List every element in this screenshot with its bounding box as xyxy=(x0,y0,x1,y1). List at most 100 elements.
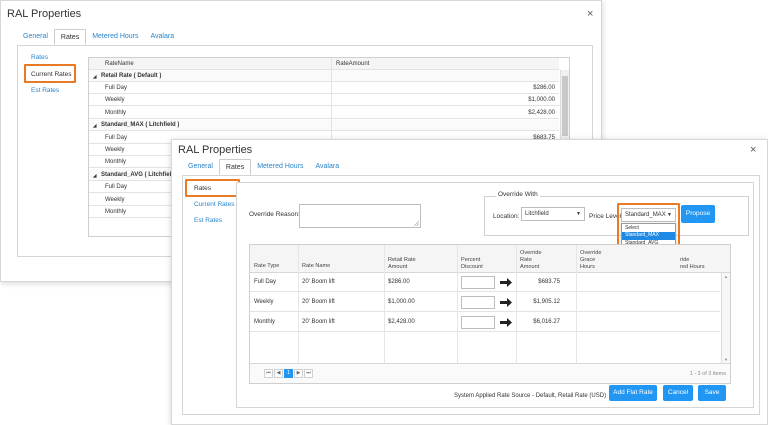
highlight-current-rates xyxy=(24,64,76,83)
pager-first-button[interactable]: ⏮ xyxy=(264,369,273,378)
table-row[interactable]: Full Day $286.00 xyxy=(89,82,559,94)
column-header-rateamount[interactable]: RateAmount xyxy=(336,61,369,67)
rate-name-cell: Monthly xyxy=(105,208,127,215)
group-row[interactable]: ◢ Retail Rate ( Default ) xyxy=(89,70,559,82)
grid-header: Rate Type Rate Name Retail Rate Amount Pe… xyxy=(250,245,730,273)
location-label: Location: xyxy=(493,213,520,220)
retail-amount-cell: $286.00 xyxy=(388,279,410,285)
add-flat-rate-button[interactable]: Add Flat Rate xyxy=(609,385,657,401)
column-header-override-amount[interactable]: Override Rate Amount xyxy=(520,250,541,271)
rate-name-cell: Monthly xyxy=(105,109,127,116)
rate-name-cell: Retail Rate ( Default ) xyxy=(101,72,162,79)
override-reason-label: Override Reason: xyxy=(249,211,300,218)
save-button[interactable]: Save xyxy=(698,385,726,401)
table-row[interactable]: Weekly 20' Boom lift $1,000.00 $1,905.12 xyxy=(250,293,720,312)
pager-summary: 1 - 3 of 3 items xyxy=(689,371,726,377)
tab-rates[interactable]: Rates xyxy=(53,29,87,45)
tab-metered-hours[interactable]: Metered Hours xyxy=(251,159,309,175)
cancel-button[interactable]: Cancel xyxy=(663,385,693,401)
rate-name-cell: Standard_AVG ( Litchfield xyxy=(101,171,175,178)
tab-bar: General Rates Metered Hours Avalara xyxy=(17,29,593,46)
table-row[interactable]: Monthly $2,428.00 xyxy=(89,107,559,119)
tab-avalara[interactable]: Avalara xyxy=(310,159,346,175)
dialog-title: RAL Properties xyxy=(178,144,253,156)
grid-scrollbar[interactable]: ▲ ▼ xyxy=(721,273,730,363)
retail-amount-cell: $1,000.00 xyxy=(388,299,415,305)
location-select[interactable]: Litchfield ▼ xyxy=(521,207,585,221)
pager-prev-button[interactable]: ◀ xyxy=(274,369,283,378)
rate-type-cell: Monthly xyxy=(254,319,276,325)
tab-general[interactable]: General xyxy=(182,159,219,175)
scroll-down-icon[interactable]: ▼ xyxy=(724,357,728,362)
pager-next-button[interactable]: ▶ xyxy=(294,369,303,378)
override-amount-cell: $683.75 xyxy=(538,279,560,285)
scroll-up-icon[interactable]: ▲ xyxy=(724,274,728,279)
tab-rates[interactable]: Rates xyxy=(218,159,252,175)
rate-type-cell: Full Day xyxy=(254,279,277,285)
rate-name-cell: Standard_MAX ( Litchfield ) xyxy=(101,122,180,129)
rate-name-cell: 20' Boom lift xyxy=(302,319,335,325)
rate-amount-cell: $2,428.00 xyxy=(528,109,555,116)
override-amount-cell: $1,905.12 xyxy=(533,299,560,305)
rate-name-cell: 20' Boom lift xyxy=(302,279,335,285)
arrow-right-icon[interactable] xyxy=(500,298,512,307)
pager-page-1[interactable]: 1 xyxy=(284,369,293,378)
column-header-grace-hours[interactable]: Override Grace Hours xyxy=(580,250,601,271)
override-amount-cell: $6,016.27 xyxy=(533,319,560,325)
scrollbar-thumb[interactable] xyxy=(562,76,568,136)
rate-name-cell: Full Day xyxy=(105,134,128,141)
table-row[interactable]: Full Day 20' Boom lift $286.00 $683.75 xyxy=(250,273,720,292)
tab-general[interactable]: General xyxy=(17,29,54,45)
rate-type-cell: Weekly xyxy=(254,299,274,305)
grid-header: RateName RateAmount xyxy=(89,58,559,70)
rate-name-cell: 20' Boom lift xyxy=(302,299,335,305)
pager: ⏮ ◀ 1 ▶ ⏭ xyxy=(264,369,314,378)
group-row[interactable]: ◢ Standard_MAX ( Litchfield ) xyxy=(89,119,559,132)
column-header-rate-type[interactable]: Rate Type xyxy=(254,263,279,270)
override-rates-grid: Rate Type Rate Name Retail Rate Amount Pe… xyxy=(249,244,731,384)
chevron-down-icon: ▼ xyxy=(576,211,581,217)
close-icon[interactable]: × xyxy=(587,8,593,20)
arrow-right-icon[interactable] xyxy=(500,318,512,327)
table-row[interactable]: Weekly $1,000.00 xyxy=(89,95,559,107)
collapse-icon[interactable]: ◢ xyxy=(93,74,96,80)
tab-avalara[interactable]: Avalara xyxy=(145,29,181,45)
percent-discount-input[interactable] xyxy=(461,276,495,289)
override-with-legend: Override With xyxy=(496,191,540,198)
column-header-rate-name[interactable]: Rate Name xyxy=(302,263,330,270)
column-header-percent-discount[interactable]: Percent Discount xyxy=(461,257,483,271)
rate-amount-cell: $1,000.00 xyxy=(528,97,555,104)
rate-name-cell: Full Day xyxy=(105,84,128,91)
rate-source-text: System Applied Rate Source - Default, Re… xyxy=(454,393,607,399)
percent-discount-input[interactable] xyxy=(461,296,495,309)
arrow-right-icon[interactable] xyxy=(500,278,512,287)
sidebar-item-est-rates[interactable]: Est Rates xyxy=(194,217,222,224)
table-row[interactable]: Monthly 20' Boom lift $2,428.00 $6,016.27 xyxy=(250,313,720,332)
rate-amount-cell: $286.00 xyxy=(533,84,555,91)
collapse-icon[interactable]: ◢ xyxy=(93,173,96,179)
override-reason-input[interactable] xyxy=(299,204,421,228)
resize-handle-icon xyxy=(414,221,419,226)
rate-name-cell: Monthly xyxy=(105,159,127,166)
sidebar-item-rates[interactable]: Rates xyxy=(31,54,48,61)
rate-name-cell: Full Day xyxy=(105,184,128,191)
rate-name-cell: Weekly xyxy=(105,196,125,203)
propose-button[interactable]: Propose xyxy=(681,205,715,223)
tab-metered-hours[interactable]: Metered Hours xyxy=(86,29,144,45)
column-header-metered-hours[interactable]: ride red Hours xyxy=(680,257,705,271)
percent-discount-input[interactable] xyxy=(461,316,495,329)
sidebar-item-current-rates[interactable]: Current Rates xyxy=(194,201,234,208)
column-header-retail-rate[interactable]: Retail Rate Amount xyxy=(388,257,416,271)
close-icon[interactable]: × xyxy=(750,144,756,156)
dialog-title: RAL Properties xyxy=(7,8,82,20)
front-dialog: RAL Properties × General Rates Metered H… xyxy=(171,139,768,425)
pager-last-button[interactable]: ⏭ xyxy=(304,369,313,378)
collapse-icon[interactable]: ◢ xyxy=(93,123,96,129)
column-header-ratename[interactable]: RateName xyxy=(105,61,134,67)
rate-name-cell: Weekly xyxy=(105,97,125,104)
sidebar-item-est-rates[interactable]: Est Rates xyxy=(31,87,59,94)
tab-bar: General Rates Metered Hours Avalara xyxy=(182,159,760,176)
rate-name-cell: Weekly xyxy=(105,146,125,153)
highlight-rates xyxy=(185,179,240,197)
retail-amount-cell: $2,428.00 xyxy=(388,319,415,325)
